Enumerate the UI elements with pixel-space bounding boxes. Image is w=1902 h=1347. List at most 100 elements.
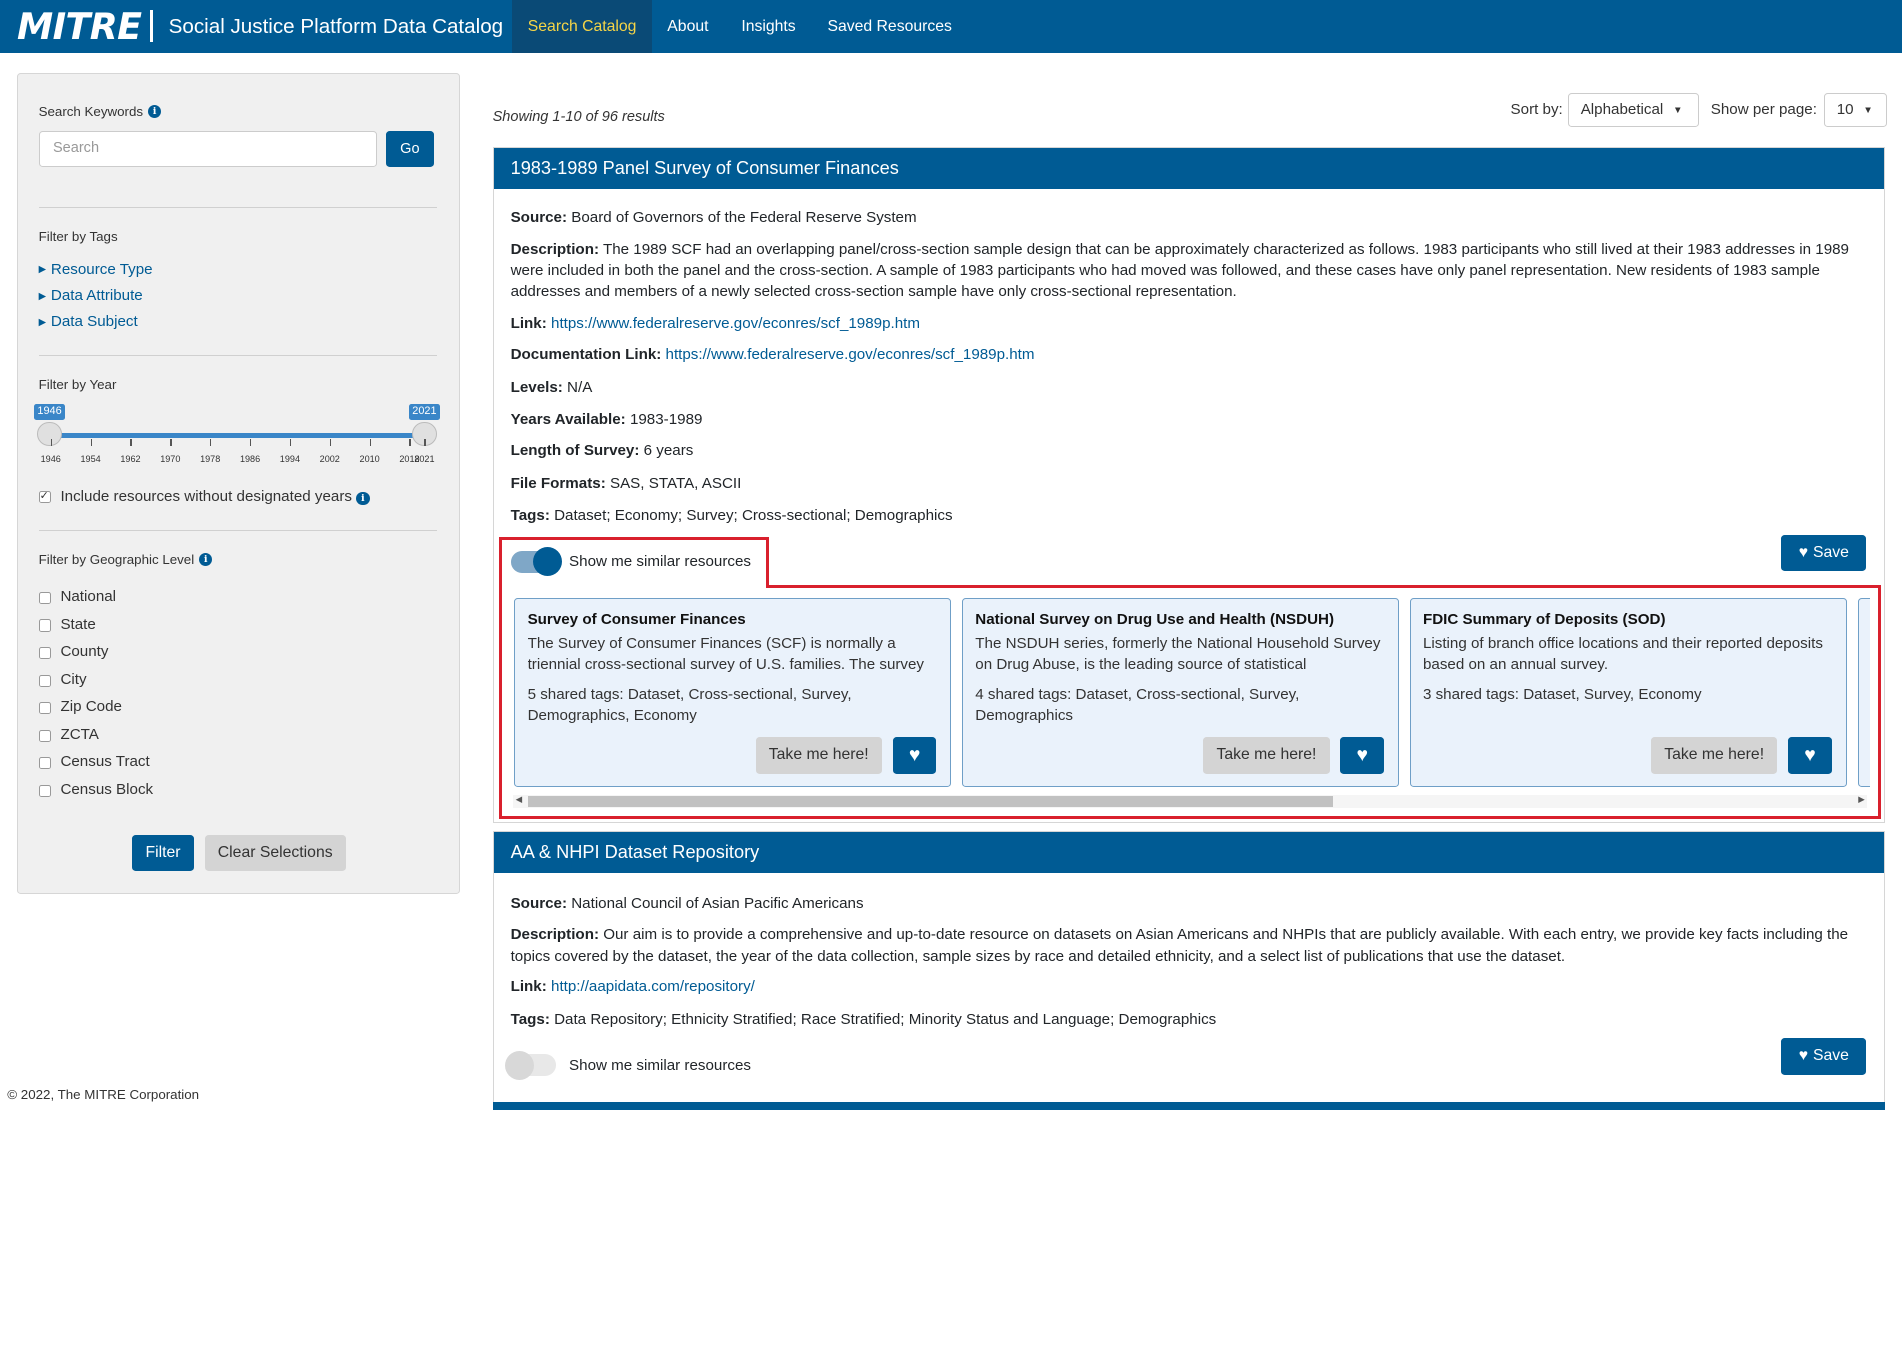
year-tick-label: 2021 bbox=[414, 453, 435, 464]
info-icon[interactable]: i bbox=[199, 552, 213, 566]
save-button[interactable]: ♥ Save bbox=[1781, 1038, 1867, 1075]
year-tick-label: 1946 bbox=[40, 453, 61, 464]
year-tick bbox=[424, 439, 426, 447]
similar-description: The NSDUH series, formerly the National … bbox=[975, 635, 1381, 674]
scroll-right-icon[interactable]: ▶ bbox=[1858, 794, 1865, 805]
year-tick-label: 2010 bbox=[359, 453, 380, 464]
geo-level-checkbox[interactable] bbox=[38, 591, 51, 604]
sort-value: Alphabetical bbox=[1580, 101, 1664, 119]
info-icon[interactable]: i bbox=[147, 104, 162, 119]
tag-link-resource-type[interactable]: ▶ Resource Type bbox=[39, 261, 153, 278]
tags-field: Tags: Data Repository; Ethnicity Stratif… bbox=[511, 1009, 1858, 1030]
similar-resources-label: Show me similar resources bbox=[569, 1056, 751, 1074]
geo-level-label: Census Tract bbox=[60, 753, 150, 771]
field-label: Documentation Link: bbox=[510, 346, 662, 364]
heart-icon: ♥ bbox=[1356, 744, 1369, 767]
field-label: Link: bbox=[510, 978, 547, 996]
nav-about[interactable]: About bbox=[652, 0, 725, 53]
caret-right-icon: ▶ bbox=[38, 291, 47, 303]
result-title[interactable]: 1983-1989 Panel Survey of Consumer Finan… bbox=[493, 147, 1885, 190]
geo-level-checkbox[interactable] bbox=[38, 784, 51, 797]
year-tick-label: 1954 bbox=[80, 453, 101, 464]
scrollbar-thumb[interactable] bbox=[527, 795, 1334, 807]
field-label: File Formats: bbox=[510, 474, 606, 492]
year-slider-min-handle[interactable] bbox=[37, 422, 62, 447]
field-value: The 1989 SCF had an overlapping panel/cr… bbox=[510, 240, 1849, 301]
top-navbar: MITRE Social Justice Platform Data Catal… bbox=[0, 0, 1902, 54]
tag-link-label: Data Subject bbox=[50, 312, 138, 330]
year-tick bbox=[210, 439, 212, 447]
include-no-year-label: Include resources without designated yea… bbox=[60, 488, 370, 505]
year-tick-label: 2002 bbox=[319, 453, 340, 464]
per-page-select[interactable]: 10 ▼ bbox=[1823, 93, 1887, 128]
similar-shared-tags: 4 shared tags: Dataset, Cross-sectional,… bbox=[975, 686, 1300, 725]
year-slider-track[interactable] bbox=[49, 432, 426, 438]
geo-level-checkbox[interactable] bbox=[38, 674, 51, 687]
year-tick-label: 1994 bbox=[279, 453, 301, 464]
geo-level-checkbox[interactable] bbox=[38, 646, 51, 660]
include-no-year-checkbox[interactable] bbox=[38, 489, 51, 504]
go-button[interactable]: Go bbox=[385, 130, 435, 168]
geo-level-checkbox[interactable] bbox=[38, 757, 51, 770]
link-field: Link: http://aapidata.com/repository/ bbox=[511, 976, 1858, 997]
similar-title: National Survey on Drug Use and Health (… bbox=[975, 611, 1335, 629]
field-label: Years Available: bbox=[510, 410, 626, 428]
field-label: Levels: bbox=[510, 379, 563, 397]
save-button[interactable]: ♥ Save bbox=[1781, 534, 1867, 572]
source-field: Source: National Council of Asian Pacifi… bbox=[511, 893, 1858, 914]
year-tick-label: 1962 bbox=[120, 453, 141, 464]
tags-field: Tags: Dataset; Economy; Survey; Cross-se… bbox=[511, 505, 1858, 526]
sort-select[interactable]: Alphabetical ▼ bbox=[1567, 93, 1699, 128]
tag-link-data-attribute[interactable]: ▶ Data Attribute bbox=[39, 287, 143, 304]
mitre-logo[interactable]: MITRE bbox=[17, 6, 142, 47]
description-field: Description: Our aim is to provide a com… bbox=[511, 924, 1858, 966]
search-input[interactable]: Search bbox=[38, 130, 378, 168]
save-heart-button[interactable]: ♥ bbox=[1788, 737, 1832, 774]
nav-search-catalog[interactable]: Search Catalog bbox=[512, 0, 653, 54]
geo-level-checkbox[interactable] bbox=[38, 702, 51, 715]
similar-resource-card: National Survey on Drug Use and Health (… bbox=[962, 598, 1399, 788]
resource-link[interactable]: http://aapidata.com/repository/ bbox=[551, 978, 755, 995]
resource-link[interactable]: https://www.federalreserve.gov/econres/s… bbox=[551, 315, 920, 332]
filter-button[interactable]: Filter bbox=[132, 834, 194, 871]
toggle-knob bbox=[504, 1050, 534, 1080]
field-value: Data Repository; Ethnicity Stratified; R… bbox=[554, 1011, 1217, 1029]
save-heart-button[interactable]: ♥ bbox=[1340, 737, 1385, 774]
geo-level-label: City bbox=[60, 670, 87, 688]
similar-title: Survey of Consumer Finances bbox=[527, 611, 746, 629]
year-min-badge: 1946 bbox=[33, 403, 66, 420]
tag-link-data-subject[interactable]: ▶ Data Subject bbox=[39, 313, 138, 330]
next-result-card-edge bbox=[492, 1101, 1886, 1111]
save-label: Save bbox=[1812, 543, 1849, 561]
filter-geo-text: Filter by Geographic Level bbox=[38, 551, 195, 567]
year-max-badge: 2021 bbox=[408, 403, 441, 420]
result-title[interactable]: AA & NHPI Dataset Repository bbox=[493, 832, 1885, 874]
toggle-knob bbox=[532, 547, 562, 577]
field-label: Source: bbox=[510, 209, 568, 227]
similar-resources-toggle[interactable] bbox=[504, 1050, 556, 1080]
length-field: Length of Survey: 6 years bbox=[511, 440, 1858, 461]
take-me-here-button[interactable]: Take me here! bbox=[755, 737, 882, 774]
save-heart-button[interactable]: ♥ bbox=[892, 737, 937, 774]
similar-description: Listing of branch office locations and t… bbox=[1422, 635, 1823, 674]
tag-link-label: Resource Type bbox=[50, 260, 153, 278]
similar-resources-toggle[interactable] bbox=[510, 547, 562, 577]
geo-level-checkbox[interactable] bbox=[38, 729, 51, 742]
geo-level-checkbox[interactable] bbox=[38, 619, 51, 632]
per-page-value: 10 bbox=[1836, 101, 1854, 119]
info-icon[interactable]: i bbox=[356, 491, 370, 505]
similar-resources-label: Show me similar resources bbox=[569, 553, 751, 571]
tag-link-label: Data Attribute bbox=[50, 287, 143, 305]
nav-insights[interactable]: Insights bbox=[726, 0, 812, 53]
similar-resource-card-partial bbox=[1857, 598, 1870, 788]
documentation-link[interactable]: https://www.federalreserve.gov/econres/s… bbox=[666, 346, 1035, 363]
scroll-left-icon[interactable]: ◀ bbox=[516, 794, 523, 805]
take-me-here-button[interactable]: Take me here! bbox=[1203, 737, 1330, 774]
clear-selections-button[interactable]: Clear Selections bbox=[204, 834, 346, 871]
take-me-here-button[interactable]: Take me here! bbox=[1651, 737, 1778, 774]
similar-horizontal-scrollbar[interactable]: ◀ ▶ bbox=[513, 794, 1868, 809]
year-tick bbox=[50, 439, 52, 447]
nav-saved-resources[interactable]: Saved Resources bbox=[812, 0, 968, 53]
app-title[interactable]: Social Justice Platform Data Catalog bbox=[169, 15, 503, 39]
field-value: SAS, STATA, ASCII bbox=[609, 474, 742, 492]
